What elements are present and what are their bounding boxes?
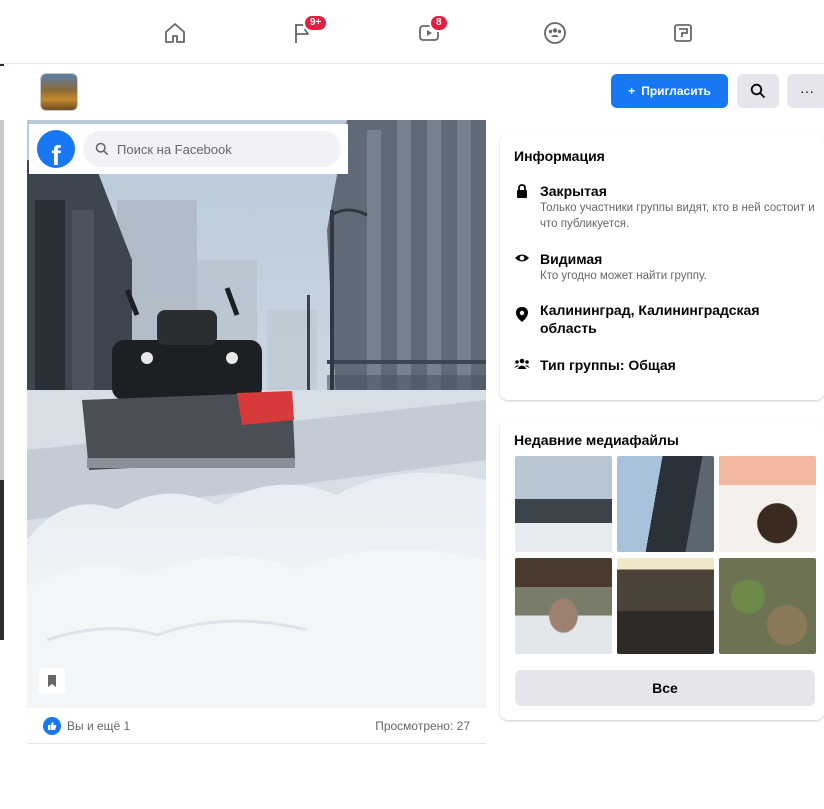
media-grid <box>515 456 816 654</box>
gaming-icon <box>674 24 692 42</box>
nav-groups[interactable] <box>540 18 570 48</box>
media-thumbnail[interactable] <box>515 456 612 552</box>
groups-icon <box>544 22 566 44</box>
group-info-card: Информация Закрытая Только участники гру… <box>500 134 824 400</box>
nav-pages-badge: 9+ <box>303 14 329 32</box>
facebook-logo[interactable]: f <box>37 130 75 168</box>
visibility-row: Видимая Кто угодно может найти группу. <box>514 250 820 284</box>
nav-home[interactable] <box>160 18 190 48</box>
see-all-media-button[interactable]: Все <box>515 670 815 706</box>
media-thumbnail[interactable] <box>617 456 714 552</box>
like-icon <box>43 716 61 735</box>
location-pin-icon <box>516 307 528 322</box>
facebook-search-placeholder: Поиск на Facebook <box>117 141 232 157</box>
invite-button[interactable]: + Пригласить <box>611 74 728 108</box>
group-search-button[interactable] <box>737 74 779 108</box>
nav-watch-badge: 8 <box>429 14 449 32</box>
lock-icon <box>517 184 527 198</box>
more-options-button[interactable]: ··· <box>787 74 824 108</box>
nav-gaming[interactable] <box>668 18 698 48</box>
eye-icon <box>515 254 529 262</box>
group-type-row: Тип группы: Общая <box>514 356 676 374</box>
media-thumbnail[interactable] <box>617 558 714 654</box>
post-photo[interactable] <box>27 120 486 708</box>
plus-icon: + <box>628 84 636 98</box>
facebook-search-overlay: f Поиск на Facebook <box>29 124 348 174</box>
nav-pages[interactable]: 9+ <box>288 14 329 48</box>
media-thumbnail[interactable] <box>515 558 612 654</box>
search-icon <box>750 83 766 99</box>
search-icon <box>95 142 109 156</box>
facebook-search-input[interactable]: Поиск на Facebook <box>83 131 341 167</box>
privacy-row: Закрытая Только участники группы видят, … <box>514 182 820 232</box>
people-icon <box>514 358 530 369</box>
more-icon: ··· <box>800 83 814 99</box>
media-thumbnail[interactable] <box>719 558 816 654</box>
info-title: Информация <box>514 148 605 164</box>
visibility-title: Видимая <box>540 251 603 267</box>
bookmark-icon <box>48 675 56 687</box>
invite-label: Пригласить <box>641 84 711 98</box>
group-header-bar: + Пригласить ··· <box>0 66 824 120</box>
privacy-title: Закрытая <box>540 183 607 199</box>
nav-watch[interactable]: 8 <box>414 14 449 48</box>
group-avatar[interactable] <box>40 73 78 111</box>
media-title: Недавние медиафайлы <box>514 432 679 448</box>
bookmark-button[interactable] <box>39 668 65 694</box>
home-icon <box>165 23 185 43</box>
location-text: Калининград, Калининградская область <box>540 302 760 336</box>
media-thumbnail[interactable] <box>719 456 816 552</box>
visibility-description: Кто угодно может найти группу. <box>540 270 707 282</box>
reactions-text: Вы и ещё 1 <box>67 718 131 733</box>
reactions-summary[interactable]: Вы и ещё 1 <box>43 716 131 735</box>
views-count: Просмотрено: 27 <box>375 718 470 733</box>
post-footer: Вы и ещё 1 Просмотрено: 27 <box>27 708 486 744</box>
top-navigation: 9+ 8 <box>0 0 824 64</box>
snow-plow-photo <box>27 120 486 708</box>
group-type-text: Тип группы: Общая <box>540 357 676 373</box>
location-row: Калининград, Калининградская область <box>514 301 800 337</box>
recent-media-card: Недавние медиафайлы Все <box>500 418 824 720</box>
privacy-description: Только участники группы видят, кто в ней… <box>540 202 815 230</box>
